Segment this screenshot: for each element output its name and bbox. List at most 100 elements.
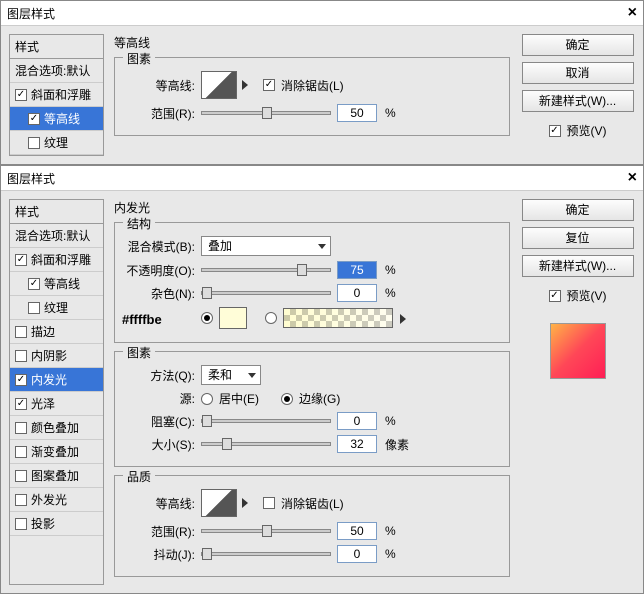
contour-label: 等高线: [125,77,195,94]
checkbox-icon[interactable] [15,470,27,482]
checkbox-icon[interactable] [15,494,27,506]
sidebar-item-stroke[interactable]: 描边 [10,320,103,344]
choke-label: 阻塞(C): [125,413,195,430]
checkbox-icon[interactable] [15,374,27,386]
checkbox-icon[interactable] [28,113,40,125]
cancel-button[interactable]: 取消 [522,62,634,84]
styles-sidebar: 样式 混合选项:默认 斜面和浮雕 等高线 纹理 描边 内阴影 内发光 光泽 颜色… [9,199,104,585]
method-label: 方法(Q): [125,367,195,384]
noise-input[interactable] [337,284,377,302]
ok-button[interactable]: 确定 [522,199,634,221]
checkbox-icon[interactable] [15,446,27,458]
size-slider[interactable] [201,442,331,446]
blend-mode-select[interactable]: 叠加 [201,236,331,256]
new-style-button[interactable]: 新建样式(W)... [522,90,634,112]
sidebar-item-contour[interactable]: 等高线 [10,107,103,131]
checkbox-icon[interactable] [15,254,27,266]
checkbox-icon[interactable] [15,326,27,338]
pct-label: % [385,106,396,120]
sidebar-item-gradient-overlay[interactable]: 渐变叠加 [10,440,103,464]
preview-checkbox[interactable] [549,290,561,302]
dialog-title: 图层样式 [7,5,55,22]
method-select[interactable]: 柔和 [201,365,261,385]
source-edge-radio[interactable] [281,393,293,405]
sidebar-item-satin[interactable]: 光泽 [10,392,103,416]
contour-picker[interactable] [201,489,237,517]
ok-button[interactable]: 确定 [522,34,634,56]
opacity-input[interactable] [337,261,377,279]
range-input[interactable] [337,104,377,122]
reset-button[interactable]: 复位 [522,227,634,249]
sidebar-item-inner-shadow[interactable]: 内阴影 [10,344,103,368]
checkbox-icon[interactable] [15,422,27,434]
sidebar-item-inner-glow[interactable]: 内发光 [10,368,103,392]
group-title: 图素 [123,344,155,361]
new-style-button[interactable]: 新建样式(W)... [522,255,634,277]
sidebar-head[interactable]: 样式 [10,35,103,59]
styles-sidebar: 样式 混合选项:默认 斜面和浮雕 等高线 纹理 [9,34,104,156]
range-slider[interactable] [201,529,331,533]
color-swatch[interactable] [219,307,247,329]
checkbox-icon[interactable] [15,398,27,410]
jitter-slider[interactable] [201,552,331,556]
group-element: 图素 等高线: 消除锯齿(L) 范围(R): % [114,57,510,136]
antialias-checkbox[interactable] [263,497,275,509]
size-input[interactable] [337,435,377,453]
checkbox-icon[interactable] [15,518,27,530]
dialog-title: 图层样式 [7,170,55,187]
contour-label: 等高线: [125,495,195,512]
contour-picker[interactable] [201,71,237,99]
source-label: 源: [125,390,195,407]
noise-label: 杂色(N): [125,285,195,302]
sidebar-item-bevel[interactable]: 斜面和浮雕 [10,248,103,272]
range-label: 范围(R): [125,105,195,122]
range-input[interactable] [337,522,377,540]
section-title: 等高线 [114,34,510,51]
noise-slider[interactable] [201,291,331,295]
sidebar-blend-default[interactable]: 混合选项:默认 [10,59,103,83]
checkbox-icon[interactable] [28,302,40,314]
right-panel: 确定 复位 新建样式(W)... 预览(V) [520,199,635,585]
checkbox-icon[interactable] [28,278,40,290]
sidebar-item-drop-shadow[interactable]: 投影 [10,512,103,536]
sidebar-item-outer-glow[interactable]: 外发光 [10,488,103,512]
jitter-label: 抖动(J): [125,546,195,563]
preview-label: 预览(V) [567,287,607,304]
antialias-checkbox[interactable] [263,79,275,91]
group-title: 品质 [123,468,155,485]
gradient-radio[interactable] [265,312,277,324]
color-radio[interactable] [201,312,213,324]
checkbox-icon[interactable] [15,89,27,101]
layer-style-dialog-2: 图层样式 × 样式 混合选项:默认 斜面和浮雕 等高线 纹理 描边 内阴影 内发… [0,165,644,594]
choke-input[interactable] [337,412,377,430]
titlebar: 图层样式 × [1,1,643,26]
blend-mode-label: 混合模式(B): [125,238,195,255]
checkbox-icon[interactable] [15,350,27,362]
group-title: 图素 [123,50,155,67]
choke-slider[interactable] [201,419,331,423]
sidebar-item-texture[interactable]: 纹理 [10,131,103,155]
sidebar-item-bevel[interactable]: 斜面和浮雕 [10,83,103,107]
close-icon[interactable]: × [628,4,637,22]
titlebar: 图层样式 × [1,166,643,191]
checkbox-icon[interactable] [28,137,40,149]
layer-style-dialog-1: 图层样式 × 样式 混合选项:默认 斜面和浮雕 等高线 纹理 等高线 图素 等高… [0,0,644,165]
range-slider[interactable] [201,111,331,115]
range-label: 范围(R): [125,523,195,540]
gradient-picker[interactable] [283,308,393,328]
size-label: 大小(S): [125,436,195,453]
group-structure: 结构 混合模式(B):叠加 不透明度(O):% 杂色(N):% [114,222,510,343]
sidebar-item-pattern-overlay[interactable]: 图案叠加 [10,464,103,488]
sidebar-blend-default[interactable]: 混合选项:默认 [10,224,103,248]
sidebar-head[interactable]: 样式 [10,200,103,224]
opacity-slider[interactable] [201,268,331,272]
group-title: 结构 [123,215,155,232]
main-panel: 等高线 图素 等高线: 消除锯齿(L) 范围(R): % [114,34,510,156]
source-center-radio[interactable] [201,393,213,405]
close-icon[interactable]: × [628,169,637,187]
sidebar-item-texture[interactable]: 纹理 [10,296,103,320]
preview-checkbox[interactable] [549,125,561,137]
jitter-input[interactable] [337,545,377,563]
sidebar-item-contour[interactable]: 等高线 [10,272,103,296]
sidebar-item-color-overlay[interactable]: 颜色叠加 [10,416,103,440]
